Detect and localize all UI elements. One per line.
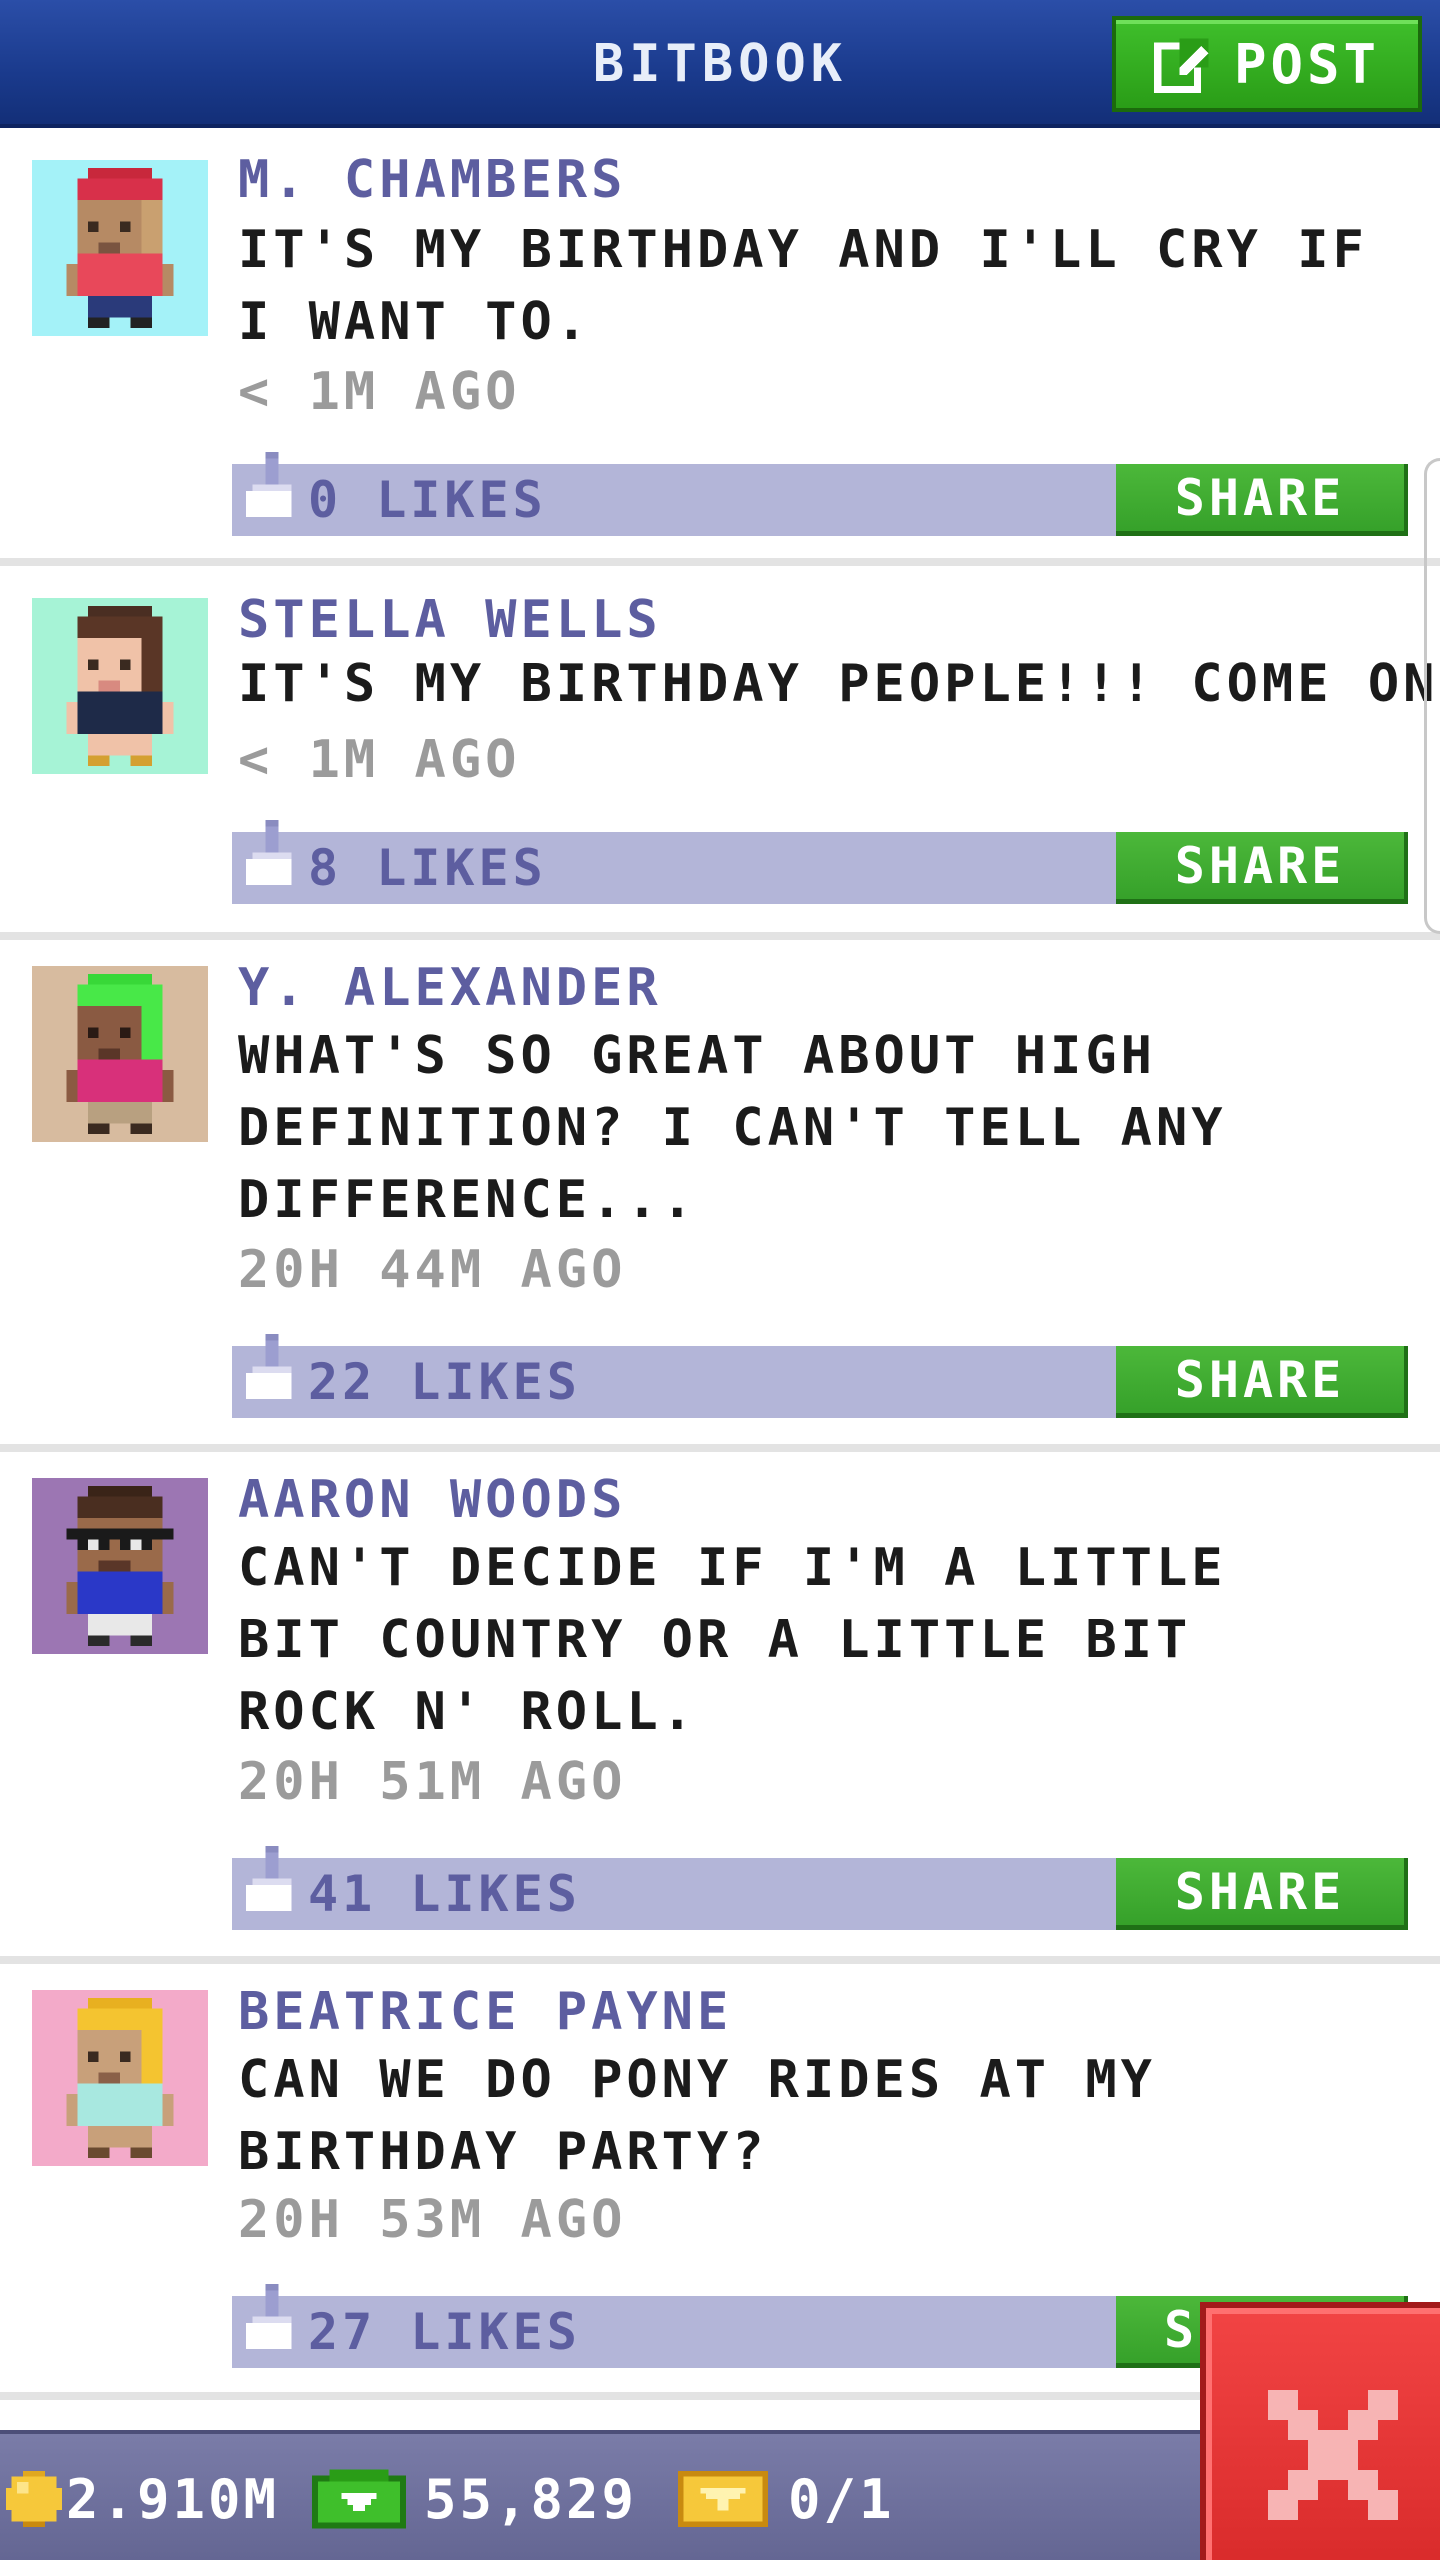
avatar-green-hair-icon bbox=[66, 974, 174, 1134]
bitbook-screen: BITBOOK POST M. CHAMBERS IT'S MY BIRTHDA… bbox=[0, 0, 1440, 2560]
coin-icon bbox=[6, 2471, 62, 2527]
compose-icon bbox=[1153, 38, 1209, 93]
post-time: 20H 51M AGO bbox=[238, 1752, 627, 1812]
bux-value: 55,829 bbox=[424, 2467, 638, 2531]
avatar[interactable] bbox=[32, 598, 208, 774]
bux-cash-icon bbox=[312, 2469, 406, 2529]
thumbs-up-icon[interactable] bbox=[246, 2282, 298, 2364]
avatar[interactable] bbox=[32, 160, 208, 336]
likes-count: 0 LIKES bbox=[308, 471, 547, 529]
post-time: < 1M AGO bbox=[238, 730, 521, 790]
post-button-label: POST bbox=[1233, 32, 1381, 96]
likes-bar: 41 LIKES SHARE bbox=[232, 1846, 1408, 1930]
feed-post: M. CHAMBERS IT'S MY BIRTHDAY AND I'LL CR… bbox=[0, 132, 1440, 558]
post-divider bbox=[0, 1956, 1440, 1964]
scroll-indicator bbox=[1424, 458, 1440, 934]
feed-post: Y. ALEXANDER WHAT'S SO GREAT ABOUT HIGH … bbox=[0, 940, 1440, 1444]
thumbs-up-icon[interactable] bbox=[246, 1844, 298, 1926]
post-message: IT'S MY BIRTHDAY AND I'LL CRY IF I WANT … bbox=[238, 220, 1368, 352]
post-message: CAN WE DO PONY RIDES AT MY BIRTHDAY PART… bbox=[238, 2050, 1156, 2182]
coins-value: 2.910M bbox=[66, 2467, 280, 2531]
coins-stat[interactable]: 2.910M bbox=[6, 2434, 279, 2560]
post-message: WHAT'S SO GREAT ABOUT HIGH DEFINITION? I… bbox=[238, 1026, 1227, 1230]
avatar-red-hat-icon bbox=[66, 168, 174, 328]
close-button[interactable] bbox=[1200, 2302, 1440, 2560]
post-author[interactable]: BEATRICE PAYNE bbox=[238, 1982, 732, 2042]
avatar-blonde-hair-icon bbox=[66, 1998, 174, 2158]
likes-count: 8 LIKES bbox=[308, 839, 547, 897]
close-icon bbox=[1268, 2390, 1398, 2520]
likes-bar: 8 LIKES SHARE bbox=[232, 820, 1408, 904]
share-button[interactable]: SHARE bbox=[1116, 464, 1408, 536]
post-message: IT'S MY BIRTHDAY PEOPLE!!! COME ON! bbox=[238, 654, 1440, 714]
post-divider bbox=[0, 1444, 1440, 1452]
likes-count: 41 LIKES bbox=[308, 1865, 581, 1923]
tickets-stat[interactable]: 0/1 bbox=[678, 2434, 895, 2560]
feed-post: STELLA WELLS IT'S MY BIRTHDAY PEOPLE!!! … bbox=[0, 566, 1440, 932]
post-message: CAN'T DECIDE IF I'M A LITTLE BIT COUNTRY… bbox=[238, 1538, 1227, 1742]
share-button[interactable]: SHARE bbox=[1116, 832, 1408, 904]
likes-bar: 0 LIKES SHARE bbox=[232, 452, 1408, 536]
likes-count: 22 LIKES bbox=[308, 1353, 581, 1411]
bux-stat[interactable]: 55,829 bbox=[312, 2434, 637, 2560]
post-author[interactable]: AARON WOODS bbox=[238, 1470, 626, 1530]
thumbs-up-icon[interactable] bbox=[246, 1332, 298, 1414]
likes-bar: 22 LIKES SHARE bbox=[232, 1334, 1408, 1418]
share-button[interactable]: SHARE bbox=[1116, 1858, 1408, 1930]
post-author[interactable]: M. CHAMBERS bbox=[238, 150, 626, 210]
feed-post: AARON WOODS CAN'T DECIDE IF I'M A LITTLE… bbox=[0, 1452, 1440, 1956]
tickets-value: 0/1 bbox=[788, 2467, 895, 2531]
avatar-brown-hair-icon bbox=[66, 606, 174, 766]
likes-count: 27 LIKES bbox=[308, 2303, 581, 2361]
share-button[interactable]: SHARE bbox=[1116, 1346, 1408, 1418]
post-divider bbox=[0, 558, 1440, 566]
thumbs-up-icon[interactable] bbox=[246, 818, 298, 900]
vip-ticket-icon bbox=[678, 2470, 768, 2528]
post-author[interactable]: Y. ALEXANDER bbox=[238, 958, 662, 1018]
app-header: BITBOOK POST bbox=[0, 0, 1440, 128]
avatar[interactable] bbox=[32, 966, 208, 1142]
avatar-glasses-icon bbox=[66, 1486, 174, 1646]
post-time: < 1M AGO bbox=[238, 362, 521, 422]
post-time: 20H 44M AGO bbox=[238, 1240, 627, 1300]
post-divider bbox=[0, 932, 1440, 940]
post-time: 20H 53M AGO bbox=[238, 2190, 627, 2250]
avatar[interactable] bbox=[32, 1990, 208, 2166]
post-button[interactable]: POST bbox=[1112, 16, 1422, 112]
post-author[interactable]: STELLA WELLS bbox=[238, 590, 662, 650]
thumbs-up-icon[interactable] bbox=[246, 450, 298, 532]
avatar[interactable] bbox=[32, 1478, 208, 1654]
